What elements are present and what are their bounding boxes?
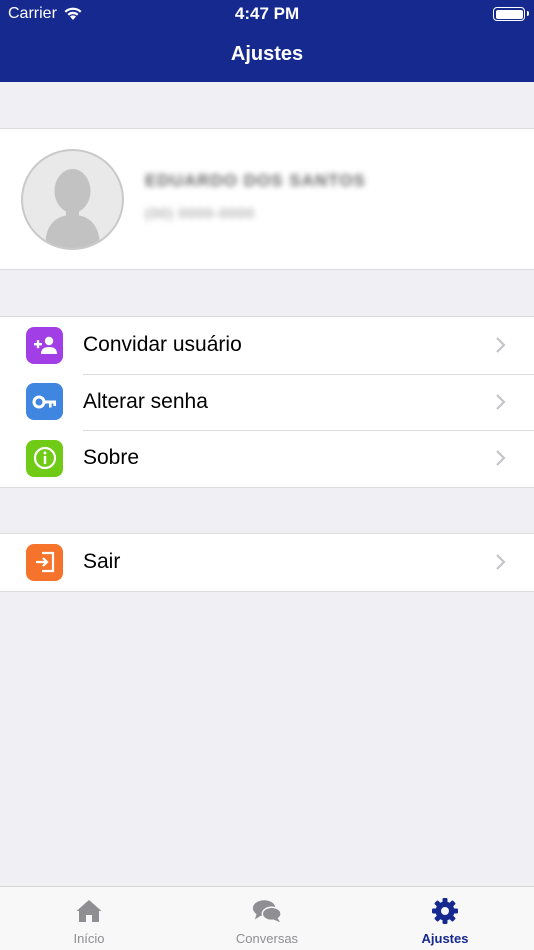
profile-subtitle: (00) 0000-0000: [145, 205, 255, 221]
menu-item-invite-user[interactable]: Convidar usuário: [0, 317, 534, 374]
battery-icon: [493, 7, 529, 21]
tab-label: Ajustes: [421, 931, 469, 946]
tab-label: Início: [73, 931, 105, 946]
key-icon: [26, 383, 63, 421]
menu-item-label: Convidar usuário: [83, 333, 242, 357]
menu-item-label: Sobre: [83, 446, 140, 470]
navigation-bar: Ajustes: [0, 28, 534, 82]
tab-settings[interactable]: Ajustes: [356, 887, 534, 950]
status-time: 4:47 PM: [234, 4, 300, 23]
chevron-right-icon: [496, 450, 506, 467]
gear-icon: [430, 897, 460, 925]
page-title: Ajustes: [230, 43, 304, 65]
chevron-right-icon: [496, 337, 506, 354]
chevron-right-icon: [496, 554, 506, 571]
tab-home[interactable]: Início: [0, 887, 178, 950]
profile-name: EDUARDO DOS SANTOS: [145, 171, 366, 190]
tab-bar: Início Conversas Ajustes: [0, 886, 534, 950]
chevron-right-icon: [496, 393, 506, 410]
settings-menu: Convidar usuário Alterar senha Sobre: [0, 316, 534, 488]
menu-item-about[interactable]: Sobre: [0, 430, 534, 487]
add-user-icon: [26, 326, 63, 364]
exit-icon: [26, 543, 63, 581]
menu-item-label: Alterar senha: [83, 389, 208, 413]
tab-label: Conversas: [235, 931, 299, 946]
status-bar: Carrier 4:47 PM: [0, 0, 534, 28]
logout-section: Sair: [0, 533, 534, 592]
menu-item-logout[interactable]: Sair: [0, 534, 534, 591]
chat-icon: [252, 897, 282, 925]
home-icon: [74, 897, 104, 925]
menu-item-change-password[interactable]: Alterar senha: [0, 373, 534, 431]
tab-conversations[interactable]: Conversas: [178, 887, 356, 950]
profile-card[interactable]: EDUARDO DOS SANTOS (00) 0000-0000: [0, 128, 534, 270]
avatar: [21, 149, 124, 250]
menu-item-label: Sair: [83, 550, 121, 574]
info-icon: [26, 439, 63, 477]
user-silhouette-icon: [45, 169, 100, 248]
